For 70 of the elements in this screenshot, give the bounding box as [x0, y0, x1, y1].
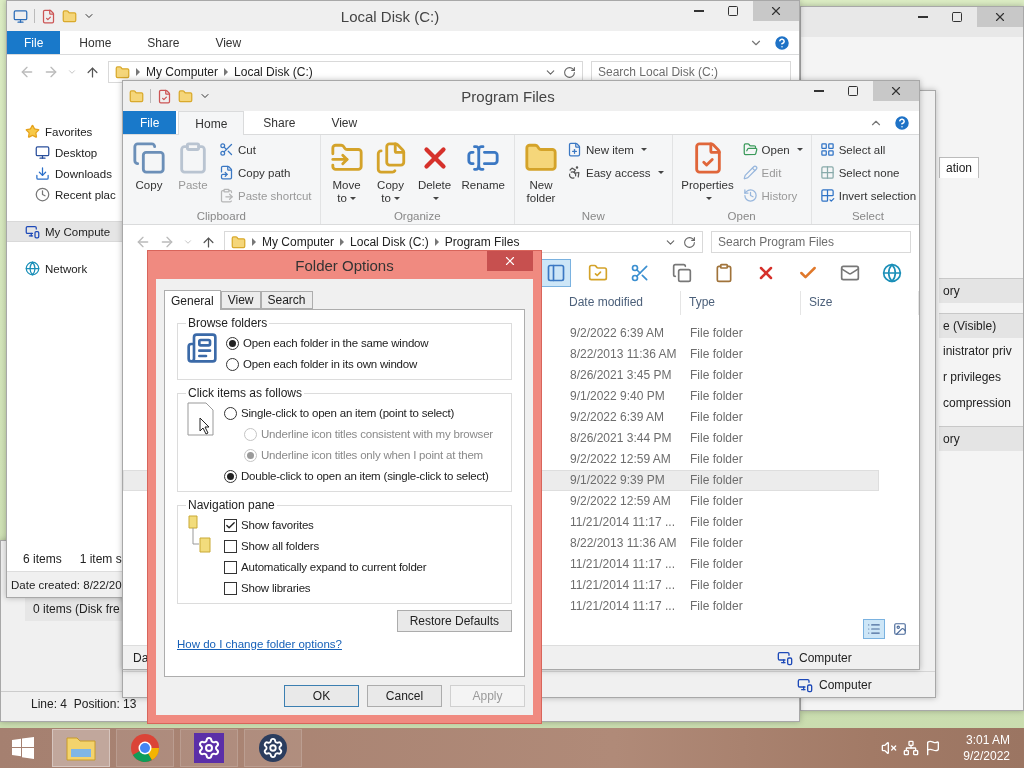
table-cell-text: 8/22/2013 11:36 AM: [569, 346, 678, 363]
nav-label: Network: [45, 262, 88, 275]
group-title: Browse folders: [187, 316, 269, 330]
table-cell-text: File folder: [689, 430, 744, 447]
table-cell-text: File folder: [689, 493, 744, 510]
cursor-position: Line: 4 Position: 13: [31, 696, 137, 711]
table-cell-text: File folder: [689, 598, 744, 615]
table-cell-text: 11/21/2014 11:17 ...: [569, 598, 676, 615]
option-label: Open each folder in its own window: [243, 358, 418, 370]
option-label: Show libraries: [241, 582, 311, 594]
setting-label: r privileges: [942, 369, 1003, 386]
table-cell-text: File folder: [689, 556, 744, 573]
table-cell-text: 8/22/2013 11:36 AM: [569, 535, 678, 552]
table-cell-text: File folder: [689, 325, 744, 342]
table-cell-text: 9/2/2022 6:39 AM: [569, 325, 666, 342]
zone-label: Computer: [799, 650, 853, 665]
group-label: Open: [726, 210, 757, 222]
zone-label: Computer: [819, 677, 872, 692]
table-cell-text: File folder: [689, 472, 744, 489]
clock-time: 3:01 AM: [965, 733, 1010, 747]
status-text: 6 items: [23, 552, 62, 566]
table-cell-text: 9/2/2022 12:59 AM: [569, 493, 672, 510]
details-text: Date created: 8/22/20: [11, 578, 122, 591]
group-title: Navigation pane: [187, 498, 276, 512]
nav-label: Downloads: [55, 167, 112, 180]
table-cell-text: 11/21/2014 11:17 ...: [569, 556, 676, 573]
option-label: Show favorites: [241, 519, 314, 531]
window-title: Program Files: [460, 87, 556, 105]
section-header: e (Visible): [939, 313, 1023, 338]
table-cell-text: File folder: [689, 451, 744, 468]
option-label: Underline icon titles consistent with my browser: [261, 428, 493, 440]
group-label: Organize: [392, 210, 442, 222]
table-cell-text: 11/21/2014 11:17 ...: [569, 514, 676, 531]
table-cell-text: 8/26/2021 3:44 PM: [569, 430, 673, 447]
window-title: Local Disk (C:): [339, 7, 441, 25]
group-label: Select: [850, 210, 885, 222]
table-cell-text: File folder: [689, 409, 744, 426]
status-text: Da: [133, 650, 149, 665]
option-label: Underline icon titles only when I point at them: [261, 449, 483, 461]
section-header: ory: [939, 426, 1023, 451]
nav-label: Favorites: [45, 125, 93, 138]
table-cell-text: 9/1/2022 9:40 PM: [569, 388, 666, 405]
table-cell-text: File folder: [689, 346, 744, 363]
option-label: Show all folders: [241, 540, 319, 552]
nav-label: My Compute: [45, 225, 111, 238]
option-label: Double-click to open an item (single-click to select): [241, 470, 489, 482]
dialog-title: Folder Options: [294, 256, 395, 274]
table-cell-text: File folder: [689, 388, 744, 405]
group-label: Clipboard: [195, 210, 247, 222]
option-label: Single-click to open an item (point to select): [241, 407, 455, 419]
setting-label: compression: [942, 395, 1013, 412]
status-text: 1 item s: [79, 552, 122, 566]
setting-label: inistrator priv: [942, 343, 1013, 360]
nav-label: Desktop: [55, 146, 98, 159]
table-cell-text: 9/2/2022 6:39 AM: [569, 409, 666, 426]
table-cell-text: File folder: [689, 514, 744, 531]
nav-label: Recent plac: [55, 188, 116, 201]
section-header: ory: [939, 278, 1023, 303]
table-cell-text: File folder: [689, 577, 744, 594]
clock-date: 9/2/2022: [963, 749, 1010, 763]
table-cell-text: 9/2/2022 12:59 AM: [569, 451, 672, 468]
group-label: New: [580, 210, 606, 222]
table-cell-text: 11/21/2014 11:17 ...: [569, 577, 676, 594]
table-cell-text: File folder: [689, 367, 744, 384]
table-cell-text: 9/1/2022 9:39 PM: [569, 472, 666, 489]
table-cell-text: 8/26/2021 3:45 PM: [569, 367, 673, 384]
group-title: Click items as follows: [187, 386, 304, 400]
option-label: Open each folder in the same window: [243, 337, 429, 349]
table-cell-text: File folder: [689, 535, 744, 552]
option-label: Automatically expand to current folder: [241, 561, 427, 573]
